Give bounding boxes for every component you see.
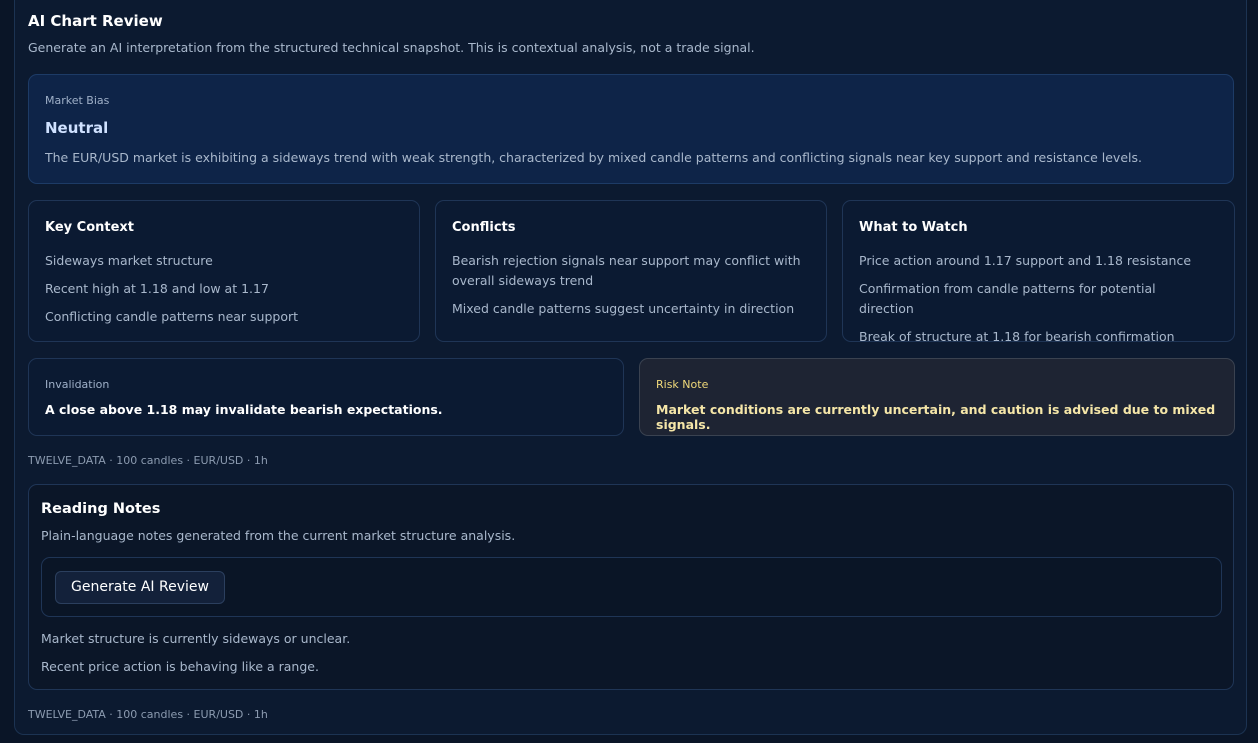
card-list: Bearish rejection signals near support m… xyxy=(452,251,802,327)
panel-subtitle: Generate an AI interpretation from the s… xyxy=(28,40,755,55)
list-item: Recent high at 1.18 and low at 1.17 xyxy=(45,281,269,296)
conflicts-card: Conflicts Bearish rejection signals near… xyxy=(435,200,827,342)
data-source-meta: TWELVE_DATA · 100 candles · EUR/USD · 1h xyxy=(28,454,268,467)
generate-review-container: Generate AI Review xyxy=(41,557,1222,617)
list-item: Confirmation from candle patterns for po… xyxy=(859,281,1156,316)
card-list: Sideways market structure Recent high at… xyxy=(45,251,395,335)
data-source-meta: TWELVE_DATA · 100 candles · EUR/USD · 1h xyxy=(28,708,268,721)
list-item: Sideways market structure xyxy=(45,253,213,268)
key-context-card: Key Context Sideways market structure Re… xyxy=(28,200,420,342)
invalidation-text: A close above 1.18 may invalidate bearis… xyxy=(45,402,443,417)
card-title: Key Context xyxy=(45,220,135,235)
reading-note-line: Market structure is currently sideways o… xyxy=(41,631,351,646)
market-bias-card: Market Bias Neutral The EUR/USD market i… xyxy=(28,74,1234,184)
reading-notes-title: Reading Notes xyxy=(41,501,161,517)
market-bias-description: The EUR/USD market is exhibiting a sidew… xyxy=(45,150,1142,165)
what-to-watch-card: What to Watch Price action around 1.17 s… xyxy=(842,200,1235,344)
risk-note-card: Risk Note Market conditions are currentl… xyxy=(639,358,1235,436)
card-list: Price action around 1.17 support and 1.1… xyxy=(859,251,1210,355)
invalidation-card: Invalidation A close above 1.18 may inva… xyxy=(28,358,624,436)
card-title: What to Watch xyxy=(859,220,968,235)
ai-chart-review-panel: AI Chart Review Generate an AI interpret… xyxy=(14,0,1247,735)
risk-note-text: Market conditions are currently uncertai… xyxy=(656,402,1216,432)
market-bias-value: Neutral xyxy=(45,119,109,137)
list-item: Price action around 1.17 support and 1.1… xyxy=(859,253,1192,268)
card-title: Conflicts xyxy=(452,220,516,235)
risk-note-label: Risk Note xyxy=(656,378,709,391)
list-item: Bearish rejection signals near support m… xyxy=(452,253,801,288)
list-item: Conflicting candle patterns near support xyxy=(45,309,299,324)
reading-notes-card: Reading Notes Plain-language notes gener… xyxy=(28,484,1234,690)
generate-ai-review-button[interactable]: Generate AI Review xyxy=(55,571,225,604)
invalidation-label: Invalidation xyxy=(45,378,110,391)
list-item: Mixed candle patterns suggest uncertaint… xyxy=(452,301,795,316)
reading-note-line: Recent price action is behaving like a r… xyxy=(41,659,319,674)
reading-notes-subtitle: Plain-language notes generated from the … xyxy=(41,528,516,543)
list-item: Break of structure at 1.18 for bearish c… xyxy=(859,329,1175,344)
panel-title: AI Chart Review xyxy=(28,12,163,30)
market-bias-label: Market Bias xyxy=(45,94,110,107)
